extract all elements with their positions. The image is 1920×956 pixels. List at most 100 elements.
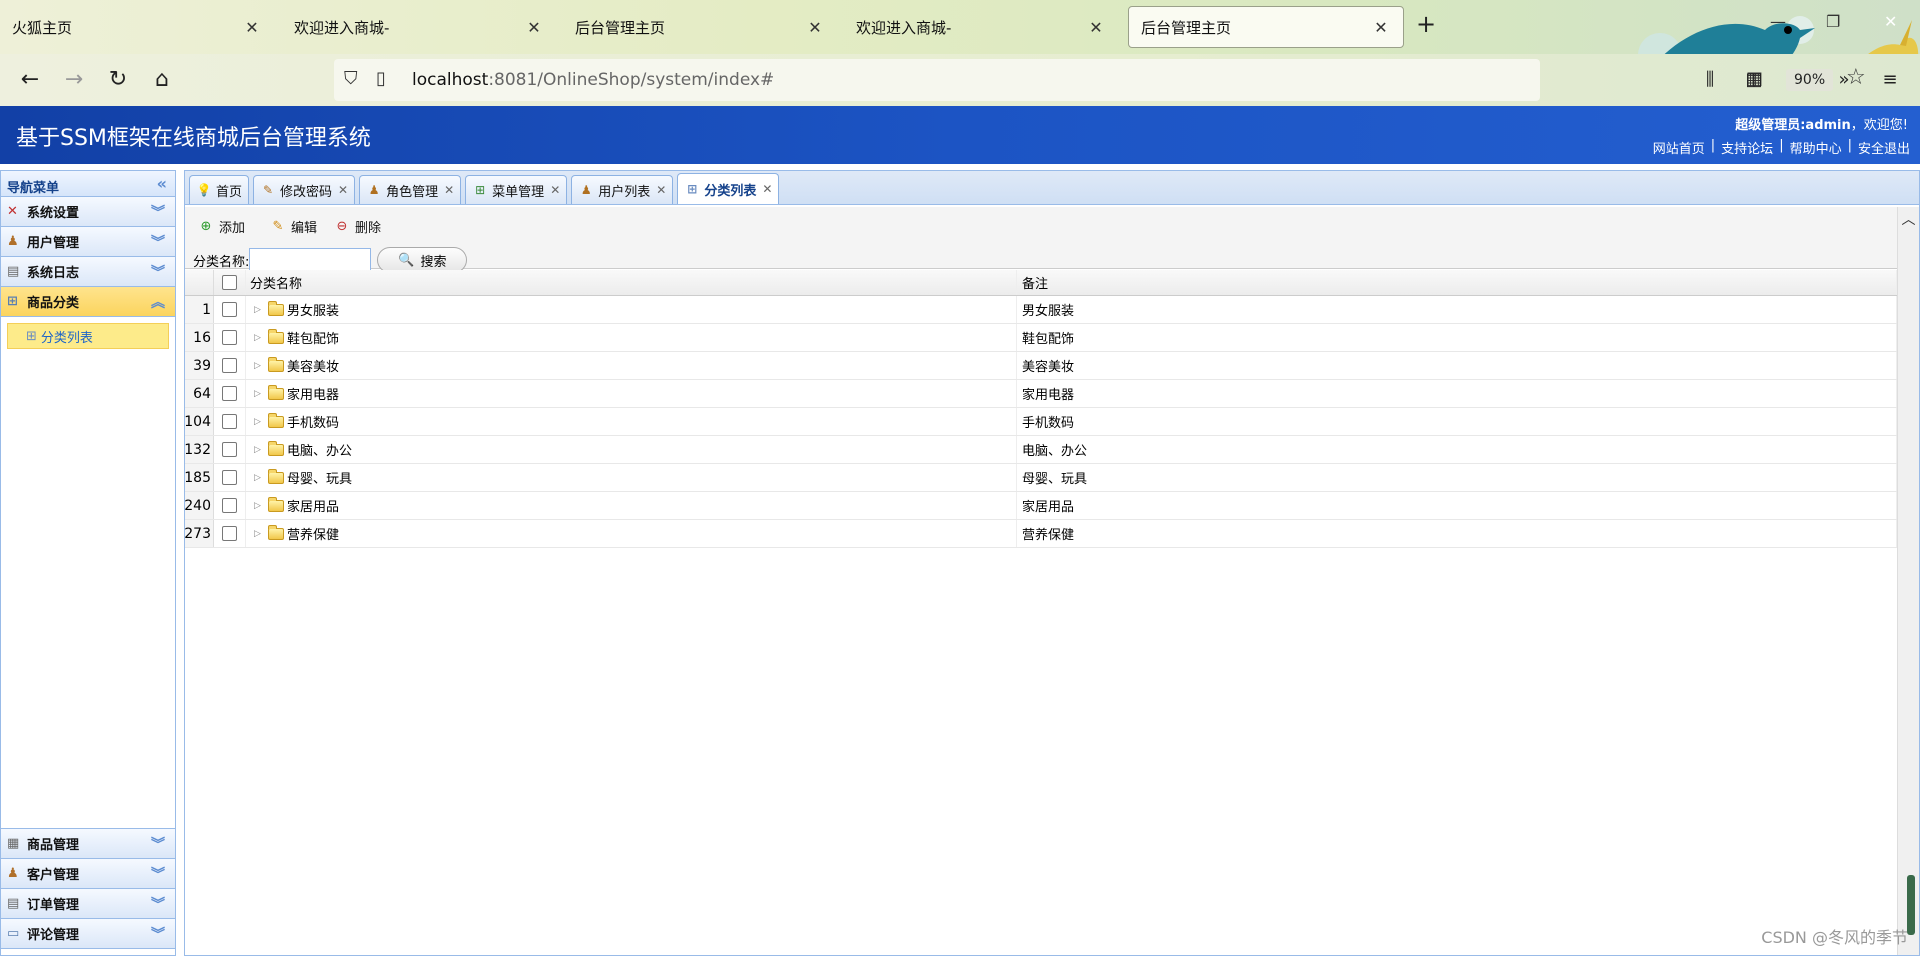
forum-link[interactable]: 支持论坛 xyxy=(1721,138,1773,157)
sidebar-section-system-settings[interactable]: ✕ 系统设置 ︾ xyxy=(1,197,175,227)
expand-triangle-icon[interactable]: ▷ xyxy=(254,445,268,455)
close-icon[interactable]: ✕ xyxy=(242,18,262,37)
table-row[interactable]: 1 ▷ 男女服装 男女服装 xyxy=(185,296,1897,324)
expand-triangle-icon[interactable]: ▷ xyxy=(254,333,268,343)
restore-icon[interactable]: ❐ xyxy=(1826,12,1840,31)
scroll-thumb[interactable] xyxy=(1907,875,1915,935)
table-row[interactable]: 273 ▷ 营养保健 营养保健 xyxy=(184,520,1897,548)
sidebar-section-category[interactable]: ⊞ 商品分类 ︽ xyxy=(1,287,175,317)
browser-tab[interactable]: 火狐主页 ✕ xyxy=(0,6,274,48)
forward-icon[interactable]: → xyxy=(60,66,88,94)
sidebar-section-order[interactable]: ▤ 订单管理 ︾ xyxy=(1,889,175,919)
expand-triangle-icon[interactable]: ▷ xyxy=(254,361,268,371)
tab-home[interactable]: 💡 首页 xyxy=(189,175,250,204)
help-link[interactable]: 帮助中心 xyxy=(1790,138,1842,157)
select-all-checkbox[interactable] xyxy=(222,275,237,290)
expand-triangle-icon[interactable]: ▷ xyxy=(254,473,268,483)
expand-icon[interactable]: ︾ xyxy=(151,894,165,914)
table-row[interactable]: 185 ▷ 母婴、玩具 母婴、玩具 xyxy=(184,464,1897,492)
new-tab-icon[interactable]: + xyxy=(1416,10,1436,38)
menu-icon[interactable]: ≡ xyxy=(1876,66,1904,94)
row-checkbox[interactable] xyxy=(222,470,237,485)
tab-close-icon[interactable]: ✕ xyxy=(338,183,348,197)
tab-category-list[interactable]: ⊞ 分类列表 ✕ xyxy=(677,173,780,204)
expand-triangle-icon[interactable]: ▷ xyxy=(254,529,268,539)
expand-triangle-icon[interactable]: ▷ xyxy=(254,417,268,427)
table-row[interactable]: 16 ▷ 鞋包配饰 鞋包配饰 xyxy=(185,324,1897,352)
browser-tab[interactable]: 欢迎进入商城- ✕ xyxy=(844,6,1118,48)
expand-icon[interactable]: ︾ xyxy=(151,262,165,282)
row-checkbox[interactable] xyxy=(222,358,237,373)
browser-tab-title: 欢迎进入商城- xyxy=(856,18,952,37)
tab-close-icon[interactable]: ✕ xyxy=(656,183,666,197)
url-bar[interactable]: ⛉ ▯ localhost:8081/OnlineShop/system/ind… xyxy=(334,59,1866,101)
browser-tab[interactable]: 欢迎进入商城- ✕ xyxy=(282,6,556,48)
expand-icon[interactable]: ︾ xyxy=(151,864,165,884)
tab-role-management[interactable]: ♟ 角色管理 ✕ xyxy=(359,175,462,204)
back-icon[interactable]: ← xyxy=(16,66,44,94)
sidebar-section-goods[interactable]: ▦ 商品管理 ︾ xyxy=(1,829,175,859)
table-row[interactable]: 132 ▷ 电脑、办公 电脑、办公 xyxy=(184,436,1897,464)
close-icon[interactable]: ✕ xyxy=(1371,18,1391,37)
row-checkbox[interactable] xyxy=(222,302,237,317)
row-checkbox[interactable] xyxy=(222,414,237,429)
reload-icon[interactable]: ↻ xyxy=(104,66,132,94)
delete-button[interactable]: ⊖ 删除 xyxy=(333,217,381,236)
table-row[interactable]: 64 ▷ 家用电器 家用电器 xyxy=(185,380,1897,408)
close-icon[interactable]: ✕ xyxy=(805,18,825,37)
vertical-scrollbar[interactable]: ︿ xyxy=(1897,207,1919,955)
zoom-level[interactable]: 90% xyxy=(1786,69,1834,91)
tab-close-icon[interactable]: ✕ xyxy=(550,183,560,197)
row-check-cell xyxy=(214,464,246,491)
column-header-note[interactable]: 备注 xyxy=(1017,270,1897,295)
tab-close-icon[interactable]: ✕ xyxy=(444,183,454,197)
expand-icon[interactable]: ︾ xyxy=(151,834,165,854)
section-label: 商品分类 xyxy=(27,296,80,311)
library-icon[interactable]: ⫼ xyxy=(1696,66,1724,94)
overflow-icon[interactable]: » xyxy=(1830,66,1858,94)
edit-password-icon: ✎ xyxy=(262,183,274,197)
tab-close-icon[interactable]: ✕ xyxy=(762,182,772,196)
tab-menu-management[interactable]: ⊞ 菜单管理 ✕ xyxy=(465,175,568,204)
expand-icon[interactable]: ︾ xyxy=(151,924,165,944)
close-icon[interactable]: ✕ xyxy=(524,18,544,37)
row-checkbox[interactable] xyxy=(222,386,237,401)
logout-link[interactable]: 安全退出 xyxy=(1858,138,1910,157)
expand-triangle-icon[interactable]: ▷ xyxy=(254,501,268,511)
table-row[interactable]: 240 ▷ 家居用品 家居用品 xyxy=(184,492,1897,520)
table-row[interactable]: 39 ▷ 美容美妆 美容美妆 xyxy=(185,352,1897,380)
sidebar-section-comment[interactable]: ▭ 评论管理 ︾ xyxy=(1,919,175,949)
row-checkbox[interactable] xyxy=(222,442,237,457)
browser-tab[interactable]: 后台管理主页 ✕ xyxy=(563,6,837,48)
category-name-search-input[interactable] xyxy=(249,248,372,272)
site-home-link[interactable]: 网站首页 xyxy=(1653,138,1705,157)
table-row[interactable]: 104 ▷ 手机数码 手机数码 xyxy=(184,408,1897,436)
expand-triangle-icon[interactable]: ▷ xyxy=(254,305,268,315)
expand-icon[interactable]: ︾ xyxy=(151,232,165,252)
sidebar-section-system-log[interactable]: ▤ 系统日志 ︾ xyxy=(1,257,175,287)
collapse-sidebar-icon[interactable]: « xyxy=(157,174,167,193)
add-button[interactable]: ⊕ 添加 xyxy=(197,217,245,236)
row-checkbox[interactable] xyxy=(222,526,237,541)
close-icon[interactable]: ✕ xyxy=(1086,18,1106,37)
expand-triangle-icon[interactable]: ▷ xyxy=(254,389,268,399)
expand-icon[interactable]: ︾ xyxy=(151,202,165,222)
sidebar-section-user-management[interactable]: ♟ 用户管理 ︾ xyxy=(1,227,175,257)
collapse-icon[interactable]: ︽ xyxy=(151,292,165,312)
home-icon[interactable]: ⌂ xyxy=(148,66,176,94)
tab-change-password[interactable]: ✎ 修改密码 ✕ xyxy=(253,175,356,204)
row-checkbox[interactable] xyxy=(222,498,237,513)
sidebar-toggle-icon[interactable]: ◫ xyxy=(1740,66,1768,94)
window-close-icon[interactable]: ✕ xyxy=(1884,12,1897,31)
minimize-icon[interactable]: — xyxy=(1770,12,1786,31)
sidebar-item-category-list[interactable]: ⊞ 分类列表 xyxy=(7,323,169,349)
column-header-name[interactable]: 分类名称 xyxy=(246,270,1017,295)
sidebar-section-customer[interactable]: ♟ 客户管理 ︾ xyxy=(1,859,175,889)
tab-user-list[interactable]: ♟ 用户列表 ✕ xyxy=(571,175,674,204)
edit-button[interactable]: ✎ 编辑 xyxy=(269,217,317,236)
row-checkbox[interactable] xyxy=(222,330,237,345)
url-text[interactable]: localhost:8081/OnlineShop/system/index# xyxy=(412,70,774,90)
scroll-up-icon[interactable]: ︿ xyxy=(1898,207,1919,229)
browser-tab-active[interactable]: 后台管理主页 ✕ xyxy=(1128,6,1404,48)
shield-icon[interactable]: ⛉ xyxy=(344,68,358,89)
